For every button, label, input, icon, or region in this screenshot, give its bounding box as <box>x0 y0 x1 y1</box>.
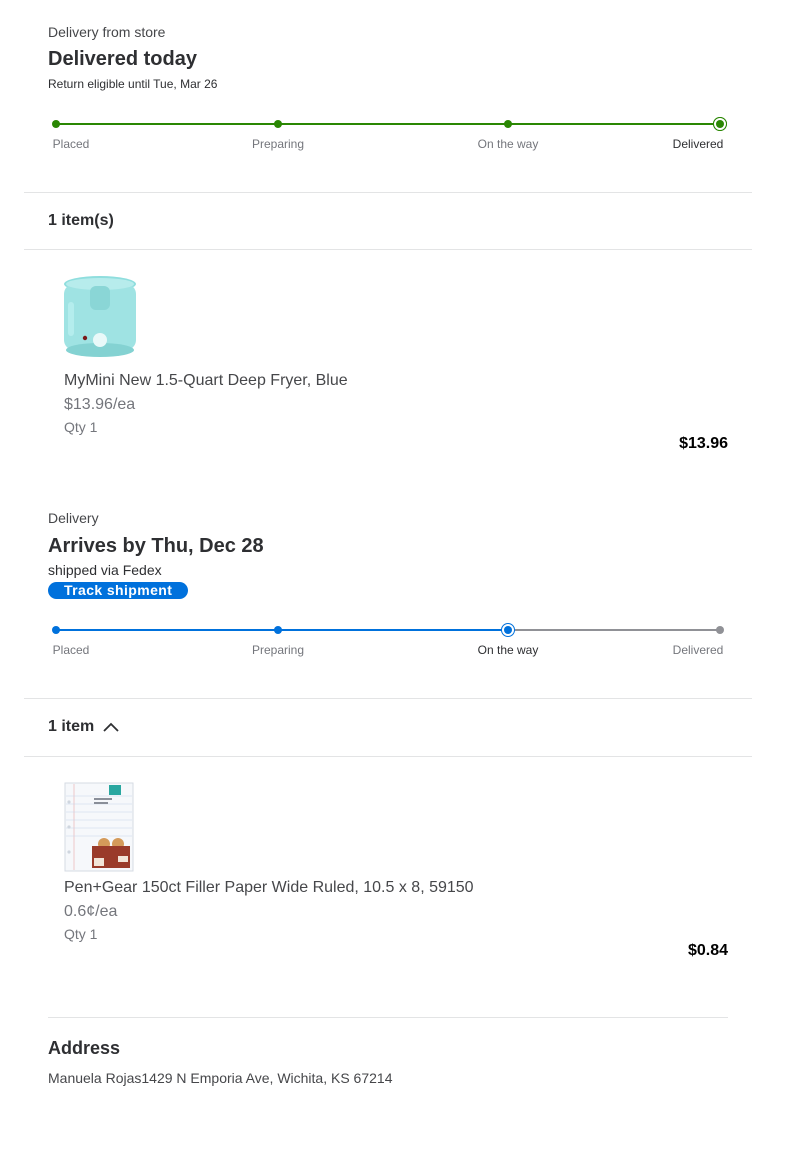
current-step-core <box>504 626 512 634</box>
step-label-delivered: Delivered <box>672 643 724 657</box>
progress-track-complete <box>56 629 508 631</box>
step-dot-placed <box>52 626 60 634</box>
shipment2-carrier: shipped via Fedex <box>48 562 162 578</box>
step-dot-preparing <box>274 120 282 128</box>
shipment2-kicker: Delivery <box>48 510 99 526</box>
filler-paper-image[interactable] <box>64 782 134 872</box>
product-name[interactable]: Pen+Gear 150ct Filler Paper Wide Ruled, … <box>64 879 474 897</box>
chevron-up-icon <box>103 722 119 732</box>
line-total: $13.96 <box>679 435 728 452</box>
step-dot-placed <box>52 120 60 128</box>
step-label-preparing: Preparing <box>251 643 305 657</box>
divider <box>24 698 752 699</box>
progress-track <box>56 123 720 125</box>
step-label-preparing: Preparing <box>251 137 305 151</box>
divider <box>24 756 752 757</box>
shipment2-headline: Arrives by Thu, Dec 28 <box>48 535 264 557</box>
step-dot-on-the-way-current <box>501 623 515 637</box>
step-dot-on-the-way <box>504 120 512 128</box>
step-label-on-the-way: On the way <box>477 137 539 151</box>
shipment1-return-eligibility: Return eligible until Tue, Mar 26 <box>48 77 218 91</box>
quantity: Qty 1 <box>64 419 98 435</box>
shipment1-item-count: 1 item(s) <box>48 212 114 229</box>
line-total: $0.84 <box>687 942 728 959</box>
divider <box>24 249 752 250</box>
unit-price: 0.6¢/ea <box>64 903 118 920</box>
shipment2-item-count: 1 item <box>48 718 95 735</box>
step-label-delivered: Delivered <box>672 137 724 151</box>
quantity: Qty 1 <box>64 926 98 942</box>
step-label-placed: Placed <box>52 137 90 151</box>
shipment1-headline: Delivered today <box>48 48 197 70</box>
address-title: Address <box>48 1038 121 1058</box>
divider <box>24 192 752 193</box>
step-dot-preparing <box>274 626 282 634</box>
step-dot-delivered <box>716 626 724 634</box>
step-label-on-the-way: On the way <box>477 643 539 657</box>
product-name[interactable]: MyMini New 1.5-Quart Deep Fryer, Blue <box>64 372 348 390</box>
progress-track-pending <box>508 629 720 631</box>
shipment2-items-toggle[interactable]: 1 item <box>48 718 120 736</box>
current-step-ring <box>713 117 727 131</box>
address-text: Manuela Rojas1429 N Emporia Ave, Wichita… <box>48 1070 393 1086</box>
divider <box>48 1017 728 1018</box>
track-shipment-button[interactable]: Track shipment <box>48 582 189 599</box>
current-step-core <box>716 120 724 128</box>
unit-price: $13.96/ea <box>64 396 136 413</box>
step-label-placed: Placed <box>52 643 90 657</box>
deep-fryer-image[interactable] <box>60 272 140 362</box>
shipment1-kicker: Delivery from store <box>48 24 166 40</box>
